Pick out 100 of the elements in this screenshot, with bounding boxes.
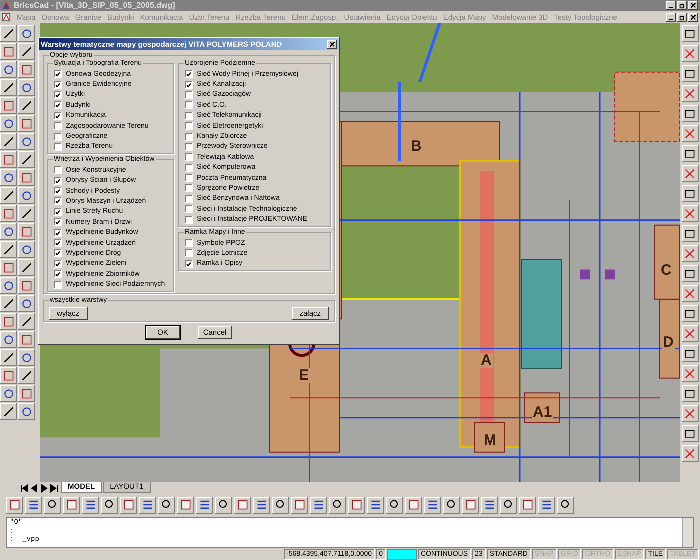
tool-button[interactable] [682, 405, 698, 422]
tool-button[interactable] [18, 205, 35, 222]
tool-button[interactable] [18, 313, 35, 330]
checkbox[interactable] [54, 166, 62, 174]
checkbox[interactable] [54, 142, 62, 151]
tool-button[interactable] [44, 496, 61, 514]
checkbox[interactable] [185, 184, 193, 192]
tool-button[interactable] [682, 45, 698, 62]
checkbox[interactable] [54, 260, 62, 268]
checkbox[interactable] [185, 112, 193, 120]
tool-button[interactable] [18, 241, 35, 258]
tool-button[interactable] [0, 223, 17, 240]
tool-button[interactable] [682, 245, 698, 262]
tool-button[interactable] [682, 365, 698, 382]
tool-button[interactable] [120, 496, 137, 514]
checkbox[interactable] [54, 112, 62, 120]
checkbox[interactable] [54, 197, 62, 206]
tool-button[interactable] [0, 295, 17, 312]
tool-button[interactable] [367, 496, 384, 514]
tool-button[interactable] [682, 285, 698, 302]
tool-button[interactable] [405, 496, 422, 514]
tool-button[interactable] [0, 151, 17, 168]
tool-button[interactable] [25, 496, 42, 514]
tool-button[interactable] [0, 115, 17, 132]
checkbox[interactable] [185, 90, 193, 99]
tool-button[interactable] [18, 133, 35, 150]
close-button[interactable] [688, 12, 698, 22]
checkbox[interactable] [185, 174, 193, 182]
tool-button[interactable] [682, 25, 698, 42]
checkbox[interactable] [185, 132, 193, 141]
tool-button[interactable] [272, 496, 289, 514]
tool-button[interactable] [682, 225, 698, 242]
tool-button[interactable] [682, 325, 698, 342]
tool-button[interactable] [481, 496, 498, 514]
tool-button[interactable] [18, 385, 35, 402]
restore-button[interactable] [677, 12, 687, 22]
tool-button[interactable] [682, 125, 698, 142]
checkbox[interactable] [185, 80, 193, 89]
tool-button[interactable] [348, 496, 365, 514]
checkbox[interactable] [54, 280, 62, 289]
tool-button[interactable] [329, 496, 346, 514]
tool-button[interactable] [0, 25, 17, 42]
checkbox[interactable] [185, 216, 193, 224]
tool-button[interactable] [18, 169, 35, 186]
tool-button[interactable] [0, 367, 17, 384]
tool-button[interactable] [18, 277, 35, 294]
tool-button[interactable] [18, 295, 35, 312]
tab-navigation-icon[interactable] [20, 484, 60, 493]
checkbox[interactable] [54, 249, 62, 258]
tool-button[interactable] [0, 385, 17, 402]
tool-button[interactable] [0, 403, 17, 420]
checkbox[interactable] [185, 194, 193, 203]
tool-button[interactable] [682, 185, 698, 202]
checkbox[interactable] [185, 239, 193, 248]
tool-button[interactable] [18, 331, 35, 348]
tool-button[interactable] [682, 445, 698, 462]
checkbox[interactable] [54, 218, 62, 226]
tool-button[interactable] [18, 79, 35, 96]
close-button[interactable] [688, 1, 698, 10]
tool-button[interactable] [82, 496, 99, 514]
tool-button[interactable] [63, 496, 80, 514]
checkbox[interactable] [185, 249, 193, 258]
tool-button[interactable] [234, 496, 251, 514]
tool-button[interactable] [682, 85, 698, 102]
checkbox[interactable] [54, 101, 62, 110]
tool-button[interactable] [18, 187, 35, 204]
tool-button[interactable] [18, 61, 35, 78]
tool-button[interactable] [386, 496, 403, 514]
checkbox[interactable] [54, 187, 62, 196]
tool-button[interactable] [0, 97, 17, 114]
tool-button[interactable] [538, 496, 555, 514]
tool-button[interactable] [0, 169, 17, 186]
checkbox[interactable] [185, 260, 193, 268]
checkbox[interactable] [185, 122, 193, 130]
checkbox[interactable] [54, 176, 62, 185]
tool-button[interactable] [443, 496, 460, 514]
tool-button[interactable] [158, 496, 175, 514]
checkbox[interactable] [185, 101, 193, 110]
checkbox[interactable] [54, 80, 62, 89]
tool-button[interactable] [0, 349, 17, 366]
tool-button[interactable] [682, 305, 698, 322]
tool-button[interactable] [519, 496, 536, 514]
tool-button[interactable] [0, 331, 17, 348]
close-button[interactable] [327, 40, 337, 48]
tool-button[interactable] [682, 265, 698, 282]
tool-button[interactable] [682, 345, 698, 362]
tool-button[interactable] [101, 496, 118, 514]
checkbox[interactable] [185, 205, 193, 214]
tool-button[interactable] [0, 205, 17, 222]
tool-button[interactable] [18, 115, 35, 132]
tool-button[interactable] [18, 151, 35, 168]
minimize-button[interactable] [666, 1, 676, 10]
checkbox[interactable] [54, 70, 62, 78]
checkbox[interactable] [54, 239, 62, 248]
tool-button[interactable] [18, 403, 35, 420]
tool-button[interactable] [215, 496, 232, 514]
tool-button[interactable] [0, 259, 17, 276]
tool-button[interactable] [682, 425, 698, 442]
checkbox[interactable] [185, 70, 193, 78]
tool-button[interactable] [196, 496, 213, 514]
